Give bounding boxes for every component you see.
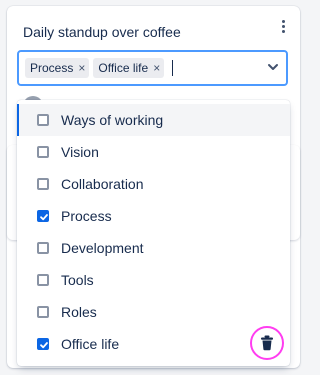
menu-option-label: Vision [61, 144, 99, 160]
selected-tag-label: Process [30, 61, 74, 75]
menu-option-label: Ways of working [61, 112, 164, 128]
checkbox[interactable] [37, 178, 49, 190]
more-options-button[interactable] [276, 16, 290, 36]
selected-tag: Office life × [93, 58, 165, 78]
menu-option[interactable]: Ways of working [17, 104, 290, 136]
menu-option[interactable]: Development [17, 232, 290, 264]
tag-options-menu: Ways of working Vision Collaboration Pro… [17, 100, 290, 366]
checkbox[interactable] [37, 242, 49, 254]
menu-option[interactable]: Vision [17, 136, 290, 168]
checkbox[interactable] [37, 338, 49, 350]
selected-tag-label: Office life [98, 61, 149, 75]
delete-button[interactable] [250, 326, 284, 360]
checkmark-icon [40, 214, 48, 221]
checkmark-icon [40, 342, 48, 349]
checkbox[interactable] [37, 274, 49, 286]
text-cursor[interactable] [172, 60, 174, 76]
menu-option-label: Roles [61, 304, 97, 320]
checkbox[interactable] [37, 210, 49, 222]
more-vertical-icon-dot [281, 29, 285, 33]
remove-tag-button[interactable]: × [78, 62, 85, 74]
chevron-down-icon[interactable] [266, 60, 280, 74]
checkbox[interactable] [37, 306, 49, 318]
selected-tag: Process × [25, 58, 90, 78]
menu-option-label: Office life [61, 336, 120, 352]
tag-select-control[interactable]: Process × Office life × [17, 50, 288, 86]
card-title: Daily standup over coffee [23, 24, 181, 40]
menu-option[interactable]: Process [17, 200, 290, 232]
menu-option-label: Tools [61, 272, 94, 288]
menu-option[interactable]: Tools [17, 264, 290, 296]
menu-option-label: Process [61, 208, 112, 224]
checkbox[interactable] [37, 146, 49, 158]
more-vertical-icon [281, 19, 285, 23]
menu-option-label: Development [61, 240, 144, 256]
trash-icon [261, 335, 273, 351]
more-vertical-icon-dot [281, 24, 285, 28]
menu-option-label: Collaboration [61, 176, 144, 192]
checkbox[interactable] [37, 114, 49, 126]
menu-option[interactable]: Collaboration [17, 168, 290, 200]
remove-tag-button[interactable]: × [153, 62, 160, 74]
menu-option[interactable]: Roles [17, 296, 290, 328]
